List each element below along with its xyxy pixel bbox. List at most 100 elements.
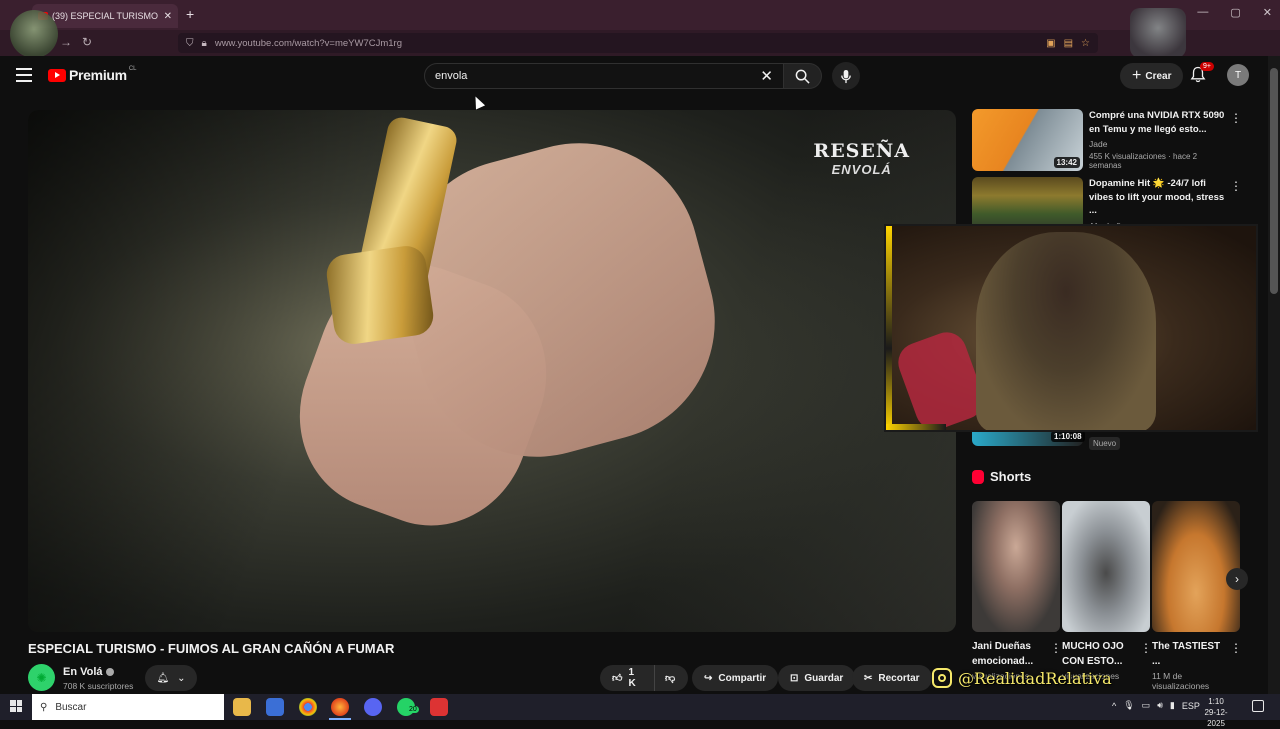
youtube-play-icon bbox=[48, 68, 66, 82]
channel-name[interactable]: En Volá bbox=[63, 666, 114, 678]
clock-time: 1:10 bbox=[1208, 697, 1224, 706]
close-window-button[interactable]: ✕ bbox=[1263, 6, 1272, 19]
short-title[interactable]: Jani Dueñas emocionad... bbox=[972, 639, 1046, 669]
short-item[interactable]: Jani Dueñas emocionad... visualizaciones… bbox=[972, 501, 1062, 681]
video-player[interactable]: RESEÑA ENVOLÁ bbox=[28, 110, 956, 632]
short-item[interactable]: MUCHO OJO CON ESTO... visualizaciones ⋮ bbox=[1062, 501, 1152, 681]
share-arrow-icon: ↪ bbox=[704, 672, 713, 684]
video-meta: 455 K visualizaciones · hace 2 semanas bbox=[1089, 152, 1198, 170]
channel-name[interactable]: Jade bbox=[1089, 139, 1225, 149]
taskbar-clock[interactable]: 1:10 29-12-2025 bbox=[1196, 696, 1236, 729]
share-button[interactable]: ↪ Compartir bbox=[692, 665, 779, 691]
more-options-icon[interactable]: ⋮ bbox=[1230, 179, 1242, 193]
shield-icon: ⛉ bbox=[186, 37, 194, 49]
search-button[interactable] bbox=[784, 63, 822, 89]
instagram-icon bbox=[932, 668, 952, 688]
battery-icon[interactable]: ▮ bbox=[1170, 700, 1175, 711]
video-thumbnail[interactable]: 13:42 bbox=[972, 109, 1083, 171]
scrollbar-thumb[interactable] bbox=[1270, 68, 1278, 294]
chevron-up-icon[interactable]: ^ bbox=[1112, 701, 1116, 711]
short-title[interactable]: MUCHO OJO CON ESTO... bbox=[1062, 639, 1136, 669]
dislike-button[interactable]: 👎︎ bbox=[654, 665, 688, 691]
voice-search-button[interactable] bbox=[832, 62, 860, 90]
lock-icon: 🔒︎ bbox=[201, 37, 207, 49]
account-avatar[interactable]: T bbox=[1227, 64, 1249, 86]
hamburger-menu-icon[interactable] bbox=[16, 68, 32, 82]
bookmark-star-icon[interactable]: ☆ bbox=[1081, 38, 1090, 49]
clip-button[interactable]: ✂ Recortar bbox=[852, 665, 932, 691]
logo-text: Premium bbox=[69, 67, 127, 83]
duration-badge: 1:10:08 bbox=[1051, 431, 1085, 442]
video-title[interactable]: Dopamine Hit 🌟 -24/7 lofi vibes to lift … bbox=[1089, 177, 1225, 218]
create-label: Crear bbox=[1145, 70, 1172, 82]
tab-close-icon[interactable]: ✕ bbox=[164, 11, 172, 22]
volume-icon[interactable]: 🔊︎ bbox=[1157, 700, 1163, 711]
short-item[interactable]: The TASTIEST ... 11 M de visualizaciones… bbox=[1152, 501, 1242, 691]
whatsapp-badge: 20 bbox=[407, 706, 419, 713]
clip-label: Recortar bbox=[878, 672, 920, 684]
youtube-header: Premium CL envola ✕ + Crear 9+ T bbox=[0, 56, 1268, 96]
subscription-bell-button[interactable]: 🔔︎ ⌄ bbox=[145, 665, 197, 691]
short-title[interactable]: The TASTIEST ... bbox=[1152, 639, 1226, 669]
search-query: envola bbox=[435, 70, 468, 82]
search-icon bbox=[795, 69, 810, 84]
thumbs-down-icon: 👎︎ bbox=[665, 673, 676, 684]
save-button[interactable]: ⊡ Guardar bbox=[778, 665, 856, 691]
decorative-avatar-figure bbox=[10, 10, 58, 58]
maximize-button[interactable]: ▢ bbox=[1230, 6, 1240, 19]
new-tab-button[interactable]: + bbox=[186, 6, 194, 22]
video-frame-brass-head bbox=[324, 243, 436, 347]
forward-arrow-icon[interactable]: → bbox=[60, 35, 72, 49]
app-icon[interactable] bbox=[430, 698, 448, 716]
channel-row: ✺ En Volá 708 K suscriptores 🔔︎ ⌄ 👍︎ 1 K… bbox=[28, 664, 948, 694]
address-bar[interactable]: ⛉ 🔒︎ www.youtube.com/watch?v=meYW7CJm1rg… bbox=[178, 33, 1098, 53]
windows-start-icon[interactable] bbox=[10, 700, 22, 712]
short-thumbnail[interactable] bbox=[972, 501, 1060, 632]
bookmark-icon: ⊡ bbox=[790, 672, 799, 684]
subscriber-count: 708 K suscriptores bbox=[63, 681, 134, 691]
shorts-next-button[interactable]: › bbox=[1226, 568, 1248, 590]
chrome-icon[interactable] bbox=[299, 698, 317, 716]
notifications-button[interactable]: 9+ bbox=[1190, 62, 1214, 88]
overlay-title-main: RESEÑA bbox=[813, 140, 910, 162]
youtube-premium-logo[interactable]: Premium CL bbox=[48, 66, 137, 83]
webcam-person bbox=[976, 232, 1156, 430]
notification-center-icon[interactable] bbox=[1252, 700, 1264, 712]
more-options-icon[interactable]: ⋮ bbox=[1050, 641, 1062, 655]
bell-icon: 🔔︎ bbox=[156, 672, 170, 684]
duration-badge: 13:42 bbox=[1053, 157, 1080, 168]
shorts-heading-text: Shorts bbox=[990, 469, 1032, 484]
page-scrollbar[interactable] bbox=[1268, 56, 1280, 694]
webcam-red-object bbox=[892, 326, 990, 430]
channel-avatar[interactable]: ✺ bbox=[28, 664, 55, 691]
firefox-icon[interactable] bbox=[331, 698, 349, 716]
short-thumbnail[interactable] bbox=[1062, 501, 1150, 632]
clear-search-icon[interactable]: ✕ bbox=[760, 67, 773, 85]
reader-view-icon[interactable]: ▤ bbox=[1064, 38, 1073, 49]
minimize-button[interactable]: — bbox=[1197, 6, 1208, 19]
url-text: www.youtube.com/watch?v=meYW7CJm1rg bbox=[214, 37, 402, 49]
recommended-video[interactable]: 13:42 Compré una NVIDIA RTX 5090 en Temu… bbox=[972, 109, 1242, 173]
more-options-icon[interactable]: ⋮ bbox=[1230, 641, 1242, 655]
short-thumbnail[interactable] bbox=[1152, 501, 1240, 632]
verified-icon bbox=[105, 668, 114, 677]
reload-icon[interactable]: ↻ bbox=[82, 35, 92, 49]
create-button[interactable]: + Crear bbox=[1120, 63, 1184, 89]
thumbs-up-icon: 👍︎ bbox=[612, 673, 623, 684]
country-code: CL bbox=[128, 66, 137, 72]
video-overlay-title: RESEÑA ENVOLÁ bbox=[813, 140, 910, 177]
microphone-icon[interactable]: 🎙︎ bbox=[1123, 700, 1134, 711]
taskbar-search[interactable]: ⚲ Buscar bbox=[32, 694, 224, 720]
store-icon[interactable] bbox=[266, 698, 284, 716]
video-title[interactable]: Compré una NVIDIA RTX 5090 en Temu y me … bbox=[1089, 109, 1225, 136]
more-options-icon[interactable]: ⋮ bbox=[1230, 111, 1242, 125]
more-options-icon[interactable]: ⋮ bbox=[1140, 641, 1152, 655]
file-explorer-icon[interactable] bbox=[233, 698, 251, 716]
network-icon[interactable]: ▭ bbox=[1142, 700, 1151, 711]
discord-icon[interactable] bbox=[364, 698, 382, 716]
picture-in-picture-icon[interactable]: ▣ bbox=[1046, 38, 1055, 49]
video-info: Compré una NVIDIA RTX 5090 en Temu y me … bbox=[1089, 109, 1225, 170]
like-button[interactable]: 👍︎ 1 K bbox=[600, 665, 654, 691]
decorative-knight-figure bbox=[1130, 8, 1186, 58]
search-input[interactable]: envola ✕ bbox=[424, 63, 784, 89]
